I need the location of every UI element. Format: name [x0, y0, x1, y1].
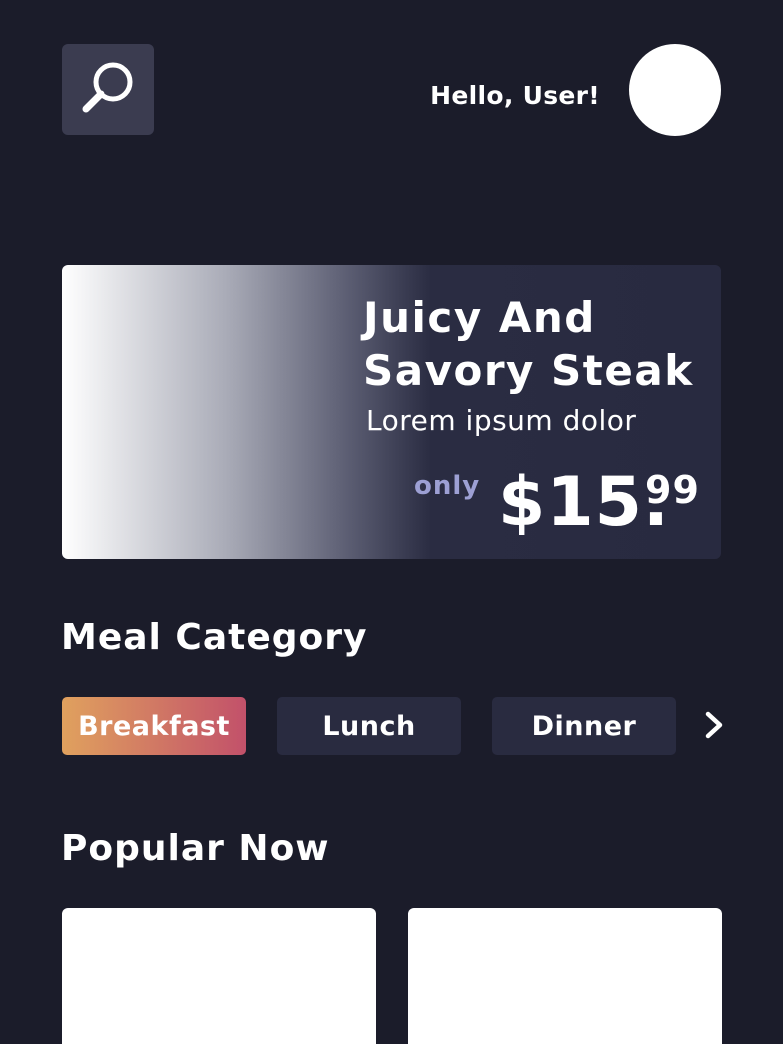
search-button[interactable]	[62, 44, 154, 135]
popular-card[interactable]	[62, 908, 376, 1044]
category-lunch-button[interactable]: Lunch	[277, 697, 461, 755]
promo-only-label: only	[414, 471, 481, 501]
promo-banner[interactable]: Juicy And Savory Steak Lorem ipsum dolor…	[62, 265, 721, 559]
promo-price-cents: 99	[645, 468, 700, 512]
promo-price: $15.	[498, 463, 670, 542]
greeting-text: Hello, User!	[430, 81, 600, 110]
promo-title: Juicy And Savory Steak	[363, 293, 694, 395]
popular-now-title: Popular Now	[61, 828, 330, 869]
popular-card[interactable]	[408, 908, 722, 1044]
meal-category-title: Meal Category	[61, 617, 368, 658]
category-next-button[interactable]	[700, 710, 728, 744]
home-screen: Hello, User! Juicy And Savory Steak Lore…	[0, 0, 783, 1044]
promo-subtitle: Lorem ipsum dolor	[366, 404, 637, 437]
category-dinner-button[interactable]: Dinner	[492, 697, 676, 755]
avatar[interactable]	[629, 44, 721, 136]
chevron-right-icon	[702, 710, 726, 744]
category-breakfast-button[interactable]: Breakfast	[62, 697, 246, 755]
search-icon	[78, 58, 138, 122]
